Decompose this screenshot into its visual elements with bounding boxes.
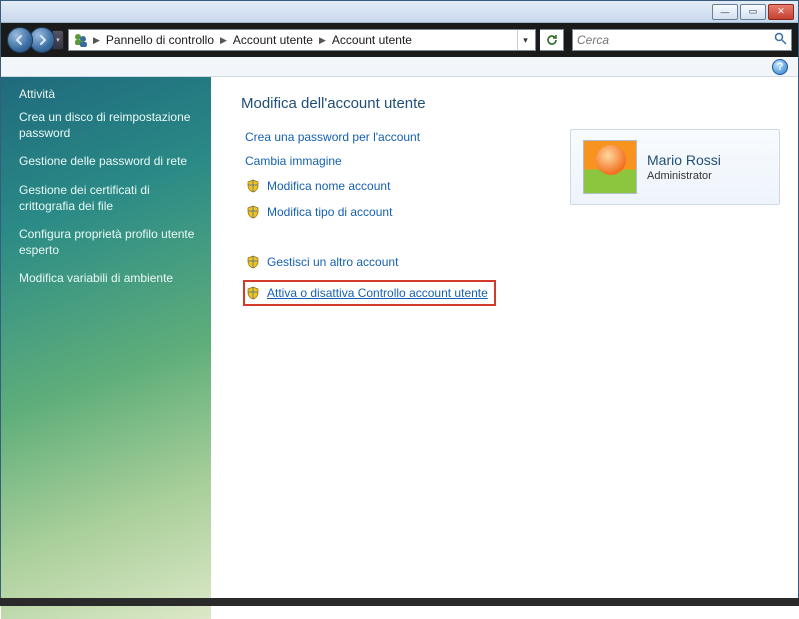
link-row: Modifica tipo di account: [245, 204, 782, 220]
address-bar[interactable]: ▶ Pannello di controllo ▶ Account utente…: [68, 29, 536, 51]
link-change-picture[interactable]: Cambia immagine: [245, 154, 342, 168]
task-manage-network-passwords[interactable]: Gestione delle password di rete: [19, 153, 199, 169]
user-avatar: [583, 140, 637, 194]
maximize-button[interactable]: ▭: [740, 4, 766, 20]
chevron-right-icon[interactable]: ▶: [317, 35, 328, 46]
page-title: Modifica dell'account utente: [241, 95, 782, 112]
shield-icon: [245, 254, 261, 270]
tasks-sidebar: Attività Crea un disco di reimpostazione…: [1, 77, 211, 619]
search-input[interactable]: [577, 33, 774, 47]
link-change-account-type[interactable]: Modifica tipo di account: [267, 205, 392, 219]
link-manage-another-account[interactable]: Gestisci un altro account: [267, 255, 398, 269]
refresh-button[interactable]: [540, 29, 564, 51]
task-edit-env-variables[interactable]: Modifica variabili di ambiente: [19, 270, 199, 286]
shield-icon: [245, 204, 261, 220]
chevron-right-icon[interactable]: ▶: [218, 35, 229, 46]
breadcrumb-control-panel[interactable]: Pannello di controllo: [102, 33, 218, 47]
search-icon[interactable]: [774, 32, 787, 48]
user-name: Mario Rossi: [647, 152, 721, 168]
address-dropdown[interactable]: ▾: [517, 30, 533, 50]
link-toggle-uac[interactable]: Attiva o disattiva Controllo account ute…: [267, 286, 488, 300]
user-role: Administrator: [647, 170, 721, 182]
minimize-button[interactable]: —: [712, 4, 738, 20]
link-change-account-name[interactable]: Modifica nome account: [267, 179, 390, 193]
back-button[interactable]: [7, 27, 33, 53]
sidebar-heading: Attività: [19, 87, 199, 101]
user-account-card: Mario Rossi Administrator: [570, 129, 780, 205]
task-create-reset-disk[interactable]: Crea un disco di reimpostazione password: [19, 109, 199, 141]
navigation-bar: ▾ ▶ Pannello di controllo ▶ Account uten…: [1, 23, 798, 57]
info-bar: ?: [1, 57, 798, 77]
breadcrumb-user-accounts-1[interactable]: Account utente: [229, 33, 317, 47]
link-row: Gestisci un altro account: [245, 254, 782, 270]
nav-arrows: ▾: [7, 27, 64, 53]
main-content: Modifica dell'account utente Crea una pa…: [211, 77, 798, 619]
shield-icon: [245, 178, 261, 194]
chevron-right-icon[interactable]: ▶: [91, 35, 102, 46]
shield-icon: [245, 285, 261, 301]
search-box[interactable]: [572, 29, 792, 51]
close-button[interactable]: ✕: [768, 4, 794, 20]
breadcrumb-user-accounts-2[interactable]: Account utente: [328, 33, 416, 47]
window-titlebar: — ▭ ✕: [1, 1, 798, 23]
bottom-strip: [0, 598, 799, 606]
task-manage-encryption-certs[interactable]: Gestione dei certificati di crittografia…: [19, 182, 199, 214]
highlighted-link-row: Attiva o disattiva Controllo account ute…: [243, 280, 496, 306]
task-configure-advanced-profile[interactable]: Configura proprietà profilo utente esper…: [19, 226, 199, 258]
user-accounts-icon: [73, 32, 89, 48]
link-create-password[interactable]: Crea una password per l'account: [245, 130, 420, 144]
help-icon[interactable]: ?: [772, 59, 788, 75]
